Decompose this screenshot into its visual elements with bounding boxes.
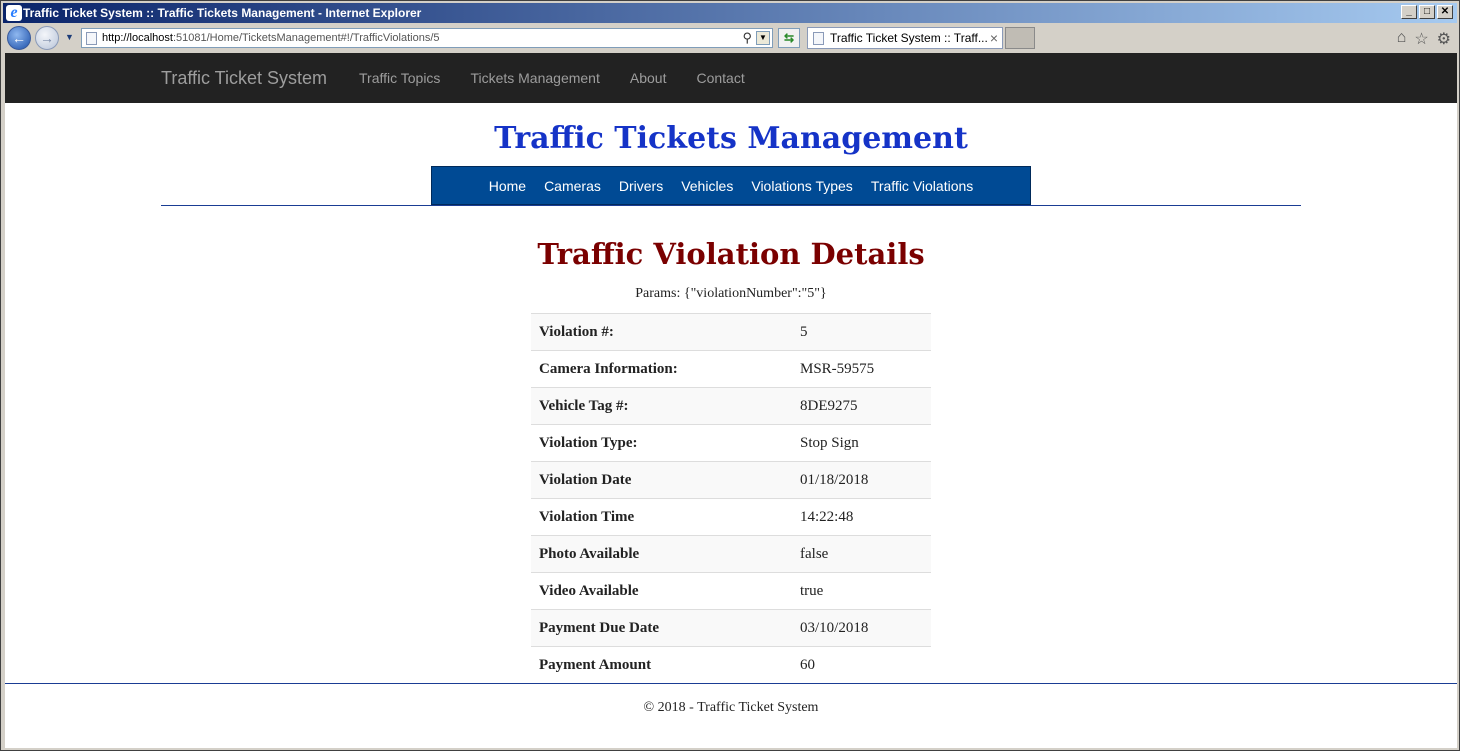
new-tab-button[interactable]	[1005, 27, 1035, 49]
violation-details-table: Violation #: 5 Camera Information: MSR-595…	[531, 313, 931, 684]
address-input[interactable]: http://localhost:51081/Home/TicketsManag…	[81, 28, 773, 48]
chevron-down-icon[interactable]: ▼	[756, 31, 770, 45]
subnav-link-home[interactable]: Home	[489, 178, 526, 194]
history-dropdown-icon[interactable]: ▼	[65, 32, 74, 42]
field-value: Stop Sign	[800, 434, 859, 451]
subnav-link-violations-types[interactable]: Violations Types	[751, 178, 852, 194]
page-icon	[813, 32, 824, 45]
section-nav: Home Cameras Drivers Vehicles Violations…	[431, 166, 1031, 205]
window-controls: _ □ ✕	[1401, 5, 1453, 19]
minimize-button[interactable]: _	[1401, 5, 1417, 19]
brand-link[interactable]: Traffic Ticket System	[161, 68, 327, 89]
field-value: 14:22:48	[800, 508, 854, 525]
top-navbar: Traffic Ticket System Traffic Topics Tic…	[5, 53, 1457, 103]
field-label: Photo Available	[539, 545, 640, 562]
table-row: Payment Amount 60	[531, 646, 931, 684]
field-label: Payment Due Date	[539, 619, 659, 636]
field-value: true	[800, 582, 824, 599]
table-row: Camera Information: MSR-59575	[531, 350, 931, 388]
close-button[interactable]: ✕	[1437, 5, 1453, 19]
nav-link-about[interactable]: About	[630, 70, 667, 86]
footer-divider	[5, 683, 1457, 684]
url-host: http://localhost	[102, 32, 173, 44]
url-path: :51081/Home/TicketsManagement#!/TrafficV…	[172, 32, 440, 44]
tab-title: Traffic Ticket System :: Traff...	[830, 31, 988, 45]
page-viewport: Traffic Ticket System Traffic Topics Tic…	[5, 53, 1457, 748]
footer-text: © 2018 - Traffic Ticket System	[643, 700, 819, 715]
nav-link-tickets-management[interactable]: Tickets Management	[470, 70, 599, 86]
field-value: 01/18/2018	[800, 471, 869, 488]
window-title: Traffic Ticket System :: Traffic Tickets…	[23, 6, 422, 20]
address-bar-row: ← → ▼ http://localhost:51081/Home/Ticket…	[3, 24, 1457, 52]
subnav-link-drivers[interactable]: Drivers	[619, 178, 663, 194]
field-label: Violation #:	[539, 323, 614, 340]
navbar-links: Traffic Topics Tickets Management About …	[359, 70, 745, 86]
divider	[161, 205, 1301, 206]
field-value: 60	[800, 656, 815, 673]
internet-explorer-icon: e	[6, 5, 22, 21]
table-row: Video Available true	[531, 572, 931, 610]
field-value: 8DE9275	[800, 397, 858, 414]
field-value: MSR-59575	[800, 360, 875, 377]
field-label: Violation Date	[539, 471, 632, 488]
field-value: 5	[800, 323, 808, 340]
table-row: Payment Due Date 03/10/2018	[531, 609, 931, 647]
field-value: false	[800, 545, 829, 562]
table-row: Vehicle Tag #: 8DE9275	[531, 387, 931, 425]
field-label: Vehicle Tag #:	[539, 397, 629, 414]
table-row: Violation #: 5	[531, 313, 931, 351]
search-icon[interactable]: ⚲	[742, 30, 752, 46]
home-icon[interactable]: ⌂	[1397, 29, 1407, 49]
page-icon	[86, 32, 97, 45]
route-params: Params: {"violationNumber":"5"}	[635, 286, 827, 301]
favorites-star-icon[interactable]: ☆	[1414, 29, 1428, 49]
field-value: 03/10/2018	[800, 619, 869, 636]
table-row: Violation Type: Stop Sign	[531, 424, 931, 462]
subnav-link-vehicles[interactable]: Vehicles	[681, 178, 733, 194]
back-button[interactable]: ←	[7, 26, 31, 50]
nav-link-contact[interactable]: Contact	[696, 70, 744, 86]
subnav-link-traffic-violations[interactable]: Traffic Violations	[871, 178, 973, 194]
browser-tools: ⌂ ☆ ⚙	[1397, 29, 1451, 49]
table-row: Violation Date 01/18/2018	[531, 461, 931, 499]
table-row: Violation Time 14:22:48	[531, 498, 931, 536]
table-row: Photo Available false	[531, 535, 931, 573]
forward-button[interactable]: →	[35, 26, 59, 50]
subnav-link-cameras[interactable]: Cameras	[544, 178, 601, 194]
field-label: Camera Information:	[539, 360, 678, 377]
browser-window: e Traffic Ticket System :: Traffic Ticke…	[0, 0, 1460, 751]
details-heading: Traffic Violation Details	[537, 237, 925, 271]
close-tab-icon[interactable]: ×	[990, 30, 998, 46]
refresh-button[interactable]: ⇆	[778, 28, 800, 48]
gear-icon[interactable]: ⚙	[1437, 29, 1451, 49]
maximize-button[interactable]: □	[1419, 5, 1435, 19]
field-label: Violation Type:	[539, 434, 638, 451]
field-label: Violation Time	[539, 508, 635, 525]
nav-link-traffic-topics[interactable]: Traffic Topics	[359, 70, 440, 86]
tab-active[interactable]: Traffic Ticket System :: Traff... ×	[807, 27, 1003, 49]
field-label: Payment Amount	[539, 656, 652, 673]
page-title: Traffic Tickets Management	[494, 121, 968, 156]
title-bar: e Traffic Ticket System :: Traffic Ticke…	[3, 3, 1457, 23]
field-label: Video Available	[539, 582, 639, 599]
